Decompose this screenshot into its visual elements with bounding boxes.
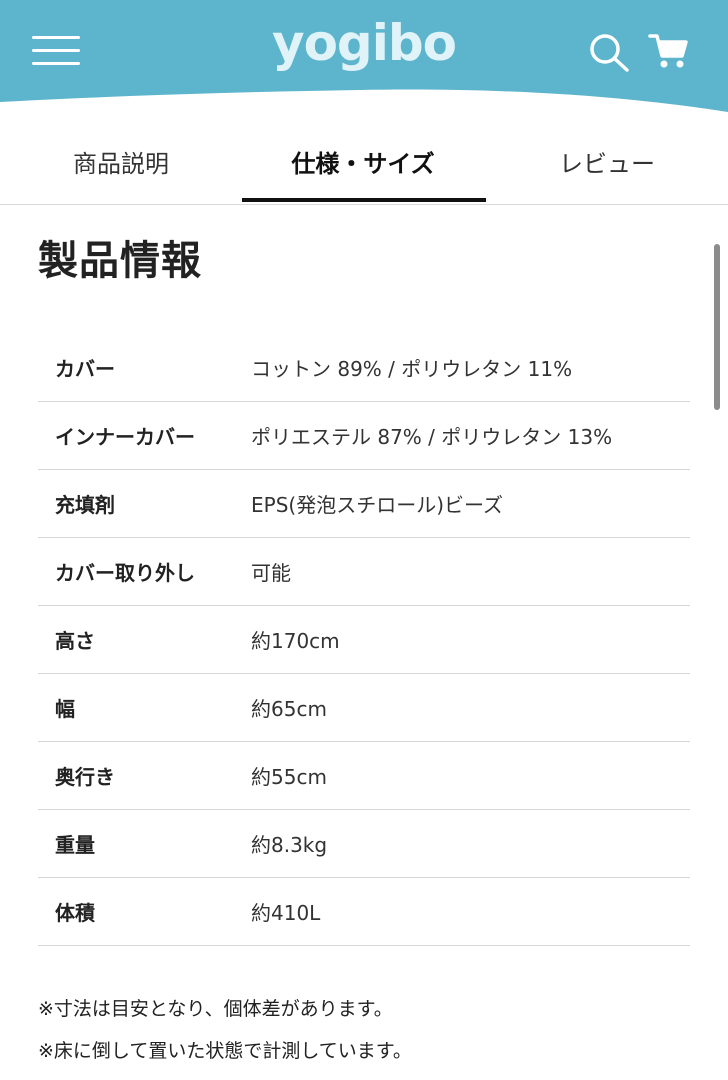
spec-label: インナーカバー	[55, 425, 195, 449]
site-header: yogibo	[0, 0, 728, 118]
spec-label: カバー取り外し	[55, 561, 195, 585]
note-dimensions: ※寸法は目安となり、個体差があります。	[38, 998, 393, 1020]
spec-label: 重量	[55, 833, 95, 857]
spec-label: カバー	[55, 357, 115, 381]
spec-value: 約8.3kg	[251, 833, 328, 857]
spec-value: ポリエステル 87% / ポリウレタン 13%	[251, 425, 613, 449]
cart-icon[interactable]	[648, 32, 690, 70]
search-icon[interactable]	[588, 32, 632, 72]
spec-row: カバー取り外し 可能	[38, 538, 690, 606]
active-tab-indicator	[242, 198, 486, 202]
spec-table: カバー コットン 89% / ポリウレタン 11% インナーカバー ポリエステル…	[38, 334, 690, 946]
spec-label: 高さ	[55, 629, 95, 653]
section-title: 製品情報	[38, 238, 202, 284]
tab-specs-size[interactable]: 仕様・サイズ	[242, 118, 484, 204]
spec-label: 体積	[55, 901, 95, 925]
spec-label: 幅	[55, 697, 75, 721]
spec-row: 高さ 約170cm	[38, 606, 690, 674]
spec-row: 充填剤 EPS(発泡スチロール)ビーズ	[38, 470, 690, 538]
spec-value: 約410L	[251, 901, 321, 925]
product-tabs: 商品説明 仕様・サイズ レビュー	[0, 118, 728, 205]
spec-row: インナーカバー ポリエステル 87% / ポリウレタン 13%	[38, 402, 690, 470]
spec-row: 幅 約65cm	[38, 674, 690, 742]
tab-product-description[interactable]: 商品説明	[0, 118, 242, 204]
spec-row: カバー コットン 89% / ポリウレタン 11%	[38, 334, 690, 402]
spec-row: 奥行き 約55cm	[38, 742, 690, 810]
spec-value: 約170cm	[251, 629, 340, 653]
notes: ※寸法は目安となり、個体差があります。 ※床に倒して置いた状態で計測しています。	[38, 988, 412, 1072]
spec-value: コットン 89% / ポリウレタン 11%	[251, 357, 573, 381]
note-measurement: ※床に倒して置いた状態で計測しています。	[38, 1040, 412, 1062]
spec-value: 約55cm	[251, 765, 327, 789]
spec-label: 奥行き	[55, 765, 115, 789]
spec-value: 約65cm	[251, 697, 327, 721]
spec-label: 充填剤	[55, 493, 115, 517]
spec-row: 重量 約8.3kg	[38, 810, 690, 878]
scrollbar[interactable]	[714, 244, 720, 410]
spec-value: EPS(発泡スチロール)ビーズ	[251, 493, 503, 517]
spec-row: 体積 約410L	[38, 878, 690, 946]
spec-value: 可能	[251, 561, 291, 585]
tab-reviews[interactable]: レビュー	[486, 118, 728, 204]
